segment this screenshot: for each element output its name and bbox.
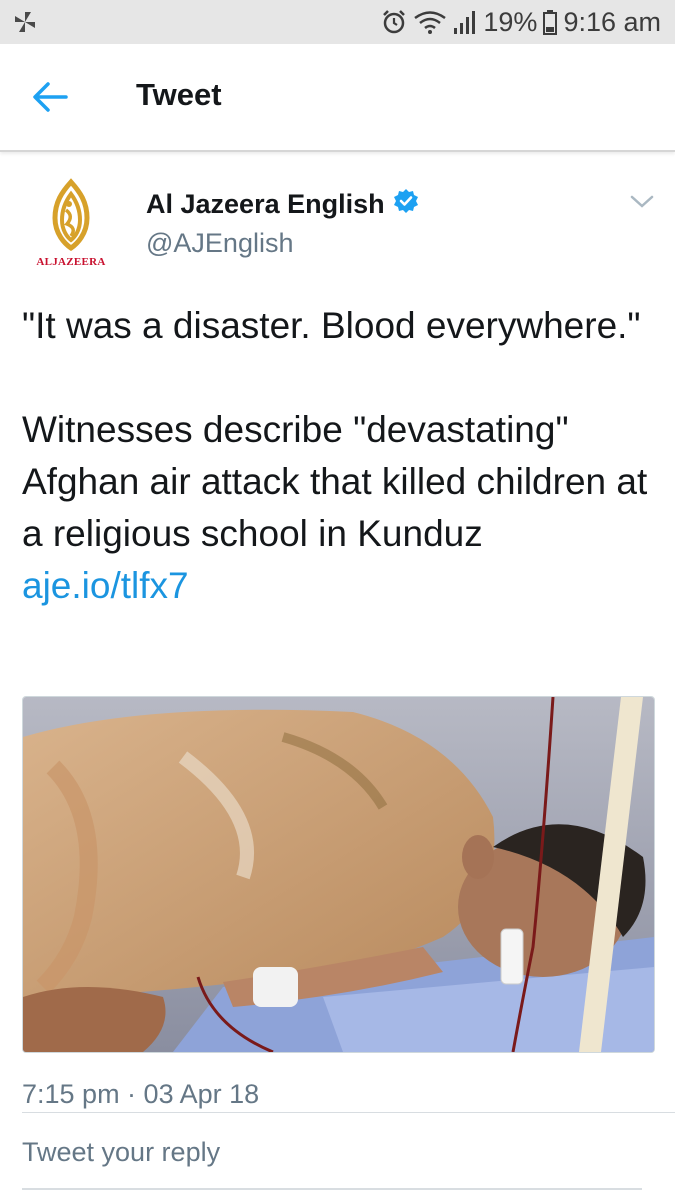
chevron-down-icon[interactable] [628, 192, 656, 212]
app-bar: Tweet [0, 44, 675, 152]
tweet-photo[interactable] [22, 696, 655, 1053]
tweet-quote: "It was a disaster. Blood everywhere." [22, 305, 641, 346]
reply-input[interactable] [22, 1126, 642, 1178]
avatar[interactable]: ALJAZEERA [22, 176, 120, 274]
page-title: Tweet [136, 77, 222, 112]
author-handle[interactable]: @AJEnglish [146, 228, 293, 259]
tweet-text: "It was a disaster. Blood everywhere." W… [22, 300, 652, 612]
alarm-icon [381, 9, 407, 35]
reply-underline [22, 1188, 642, 1190]
author-name-label: Al Jazeera English [146, 189, 385, 219]
verified-badge-icon [393, 188, 419, 221]
notification-pinwheel-icon [12, 9, 38, 35]
divider [22, 1112, 675, 1113]
battery-icon [543, 9, 558, 35]
tweet-body-text: Witnesses describe "devastating" Afghan … [22, 409, 648, 554]
tweet-timestamp[interactable]: 7:15 pm · 03 Apr 18 [22, 1079, 259, 1110]
signal-icon [453, 9, 477, 35]
wifi-icon [413, 9, 447, 35]
avatar-logo-text: ALJAZEERA [36, 256, 106, 268]
battery-percent: 19% [483, 6, 538, 37]
tweet-body: Witnesses describe "devastating" Afghan … [22, 404, 652, 612]
status-bar: 19% 9:16 am [0, 0, 675, 44]
clock-time: 9:16 am [563, 6, 661, 37]
tweet-link[interactable]: aje.io/tlfx7 [22, 565, 189, 606]
author-name[interactable]: Al Jazeera English [146, 188, 419, 221]
back-arrow-icon[interactable] [30, 80, 70, 114]
